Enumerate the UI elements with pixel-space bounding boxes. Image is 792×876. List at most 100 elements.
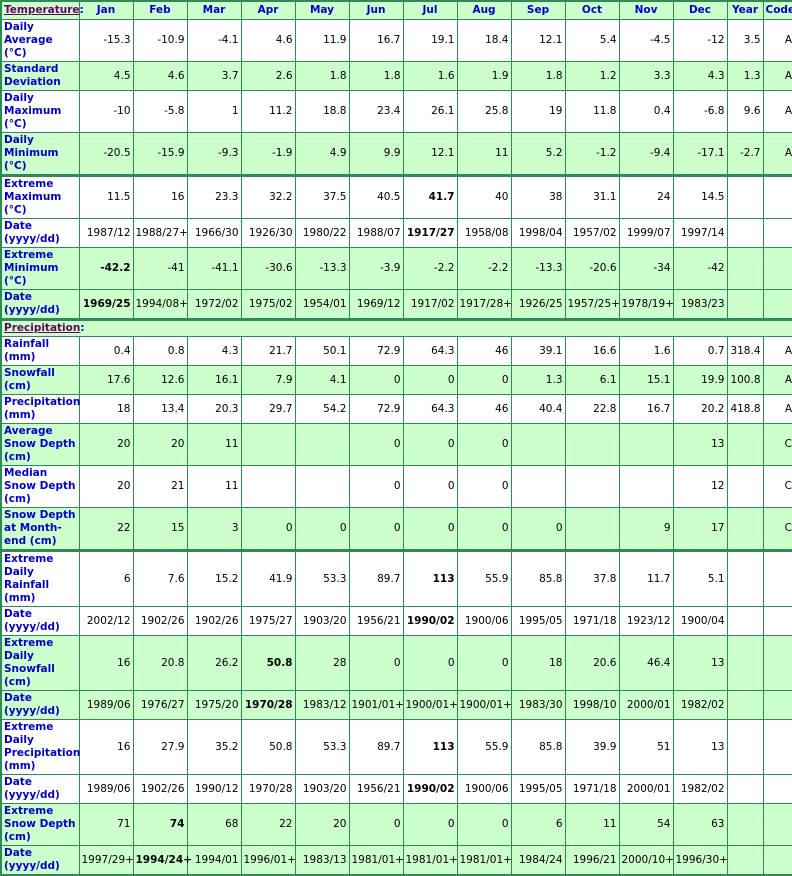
header-row: Temperature: Jan Feb Mar Apr May Jun Jul… [0,0,792,20]
cell-jul: 0 [402,423,458,466]
cell-year [726,174,764,219]
row-label: Snowfall (cm) [0,365,80,395]
cell-may: 54.2 [294,394,350,424]
row-label: Daily Average (°C) [0,19,80,62]
cell-jan: -10 [78,90,134,133]
cell-dec: -17.1 [672,132,728,176]
cell-year [726,845,764,876]
cell-sep: 0 [510,507,566,551]
cell-aug: 55.9 [456,719,512,775]
cell-jul: 26.1 [402,90,458,133]
cell-aug: -2.2 [456,247,512,290]
row-label: Date (yyyy/dd) [0,845,80,876]
table-row-extreme-daily-snowfall-cm: Extreme Daily Snowfall (cm) 16 20.8 26.2 50.… [0,635,792,691]
cell-year [726,465,764,508]
cell-jun: -3.9 [348,247,404,290]
cell-dec: 1982/02 [672,774,728,804]
cell-oct: 1957/25+ [564,289,620,320]
row-label: Median Snow Depth (cm) [0,465,80,508]
cell-oct: 31.1 [564,174,620,219]
cell-jan: 2002/12 [78,606,134,636]
cell-jul: 113 [402,549,458,607]
cell-sep: 40.4 [510,394,566,424]
cell-jul: 1.6 [402,61,458,91]
cell-dec: 17 [672,507,728,551]
cell-jan: 1989/06 [78,774,134,804]
cell-feb: 1902/26 [132,606,188,636]
cell-feb: -5.8 [132,90,188,133]
cell-nov: 0.4 [618,90,674,133]
cell-code: C [762,423,792,466]
cell-sep: 38 [510,174,566,219]
cell-jul: 19.1 [402,19,458,62]
cell-aug: 0 [456,465,512,508]
cell-mar: 1990/12 [186,774,242,804]
cell-nov: 1978/19+ [618,289,674,320]
cell-year: 1.3 [726,61,764,91]
cell-jan: 20 [78,465,134,508]
col-header-feb: Feb [132,0,188,20]
cell-code [762,289,792,320]
cell-apr: 7.9 [240,365,296,395]
cell-aug: 0 [456,507,512,551]
cell-sep: -13.3 [510,247,566,290]
cell-oct: 11 [564,803,620,846]
cell-nov: 3.3 [618,61,674,91]
cell-nov: 2000/01 [618,690,674,720]
cell-mar: 1966/30 [186,218,242,248]
cell-mar: -9.3 [186,132,242,176]
cell-nov [618,465,674,508]
cell-dec: 12 [672,465,728,508]
cell-nov: -34 [618,247,674,290]
cell-mar: 11 [186,423,242,466]
cell-mar: 1994/01 [186,845,242,876]
cell-jan: 71 [78,803,134,846]
cell-feb: -15.9 [132,132,188,176]
cell-apr: 11.2 [240,90,296,133]
cell-oct: 1971/18 [564,606,620,636]
cell-apr: 1926/30 [240,218,296,248]
cell-feb: 15 [132,507,188,551]
cell-code [762,218,792,248]
cell-oct: 11.8 [564,90,620,133]
cell-jul: 1990/02 [402,606,458,636]
cell-oct: 6.1 [564,365,620,395]
row-label: Extreme Minimum (°C) [0,247,80,290]
cell-may: 28 [294,635,350,691]
cell-nov: 51 [618,719,674,775]
cell-feb: 1994/24+ [132,845,192,876]
precipitation-link[interactable]: Precipitation [4,322,80,334]
cell-nov: -4.5 [618,19,674,62]
cell-aug: 1900/06 [456,606,512,636]
cell-apr: 1996/01+ [240,845,296,876]
cell-mar: 3.7 [186,61,242,91]
cell-code: A [762,365,792,395]
cell-nov: 1999/07 [618,218,674,248]
table-row-precipitation-mm: Precipitation (mm) 18 13.4 20.3 29.7 54.2 72.9… [0,394,792,424]
cell-sep: 1.3 [510,365,566,395]
cell-oct: 37.8 [564,549,620,607]
temperature-link[interactable]: Temperature [4,4,80,16]
cell-apr: 22 [240,803,296,846]
cell-jan: -15.3 [78,19,134,62]
cell-jul: 41.7 [402,174,458,219]
cell-may: 4.9 [294,132,350,176]
table-row-date-yyyy-dd: Date (yyyy/dd) 2002/12 1902/26 1902/26 1975/… [0,606,792,636]
cell-feb: 1902/26 [132,774,188,804]
col-header-code: Code [762,0,792,20]
cell-dec: 1983/23 [672,289,728,320]
cell-feb: 1988/27+ [132,218,188,248]
table-row-median-snow-depth-cm: Median Snow Depth (cm) 20 21 11 0 0 0 12 C [0,465,792,508]
row-label: Extreme Maximum (°C) [0,174,80,219]
cell-code [762,774,792,804]
cell-apr: 29.7 [240,394,296,424]
table-row-standard-deviation: Standard Deviation 4.5 4.6 3.7 2.6 1.8 1.8 1.6 1… [0,61,792,91]
cell-mar: 23.3 [186,174,242,219]
row-label: Average Snow Depth (cm) [0,423,80,466]
cell-dec: -6.8 [672,90,728,133]
cell-code: A [762,90,792,133]
cell-nov: 1923/12 [618,606,674,636]
cell-feb: 16 [132,174,188,219]
cell-dec: 13 [672,719,728,775]
cell-jun: 72.9 [348,394,404,424]
